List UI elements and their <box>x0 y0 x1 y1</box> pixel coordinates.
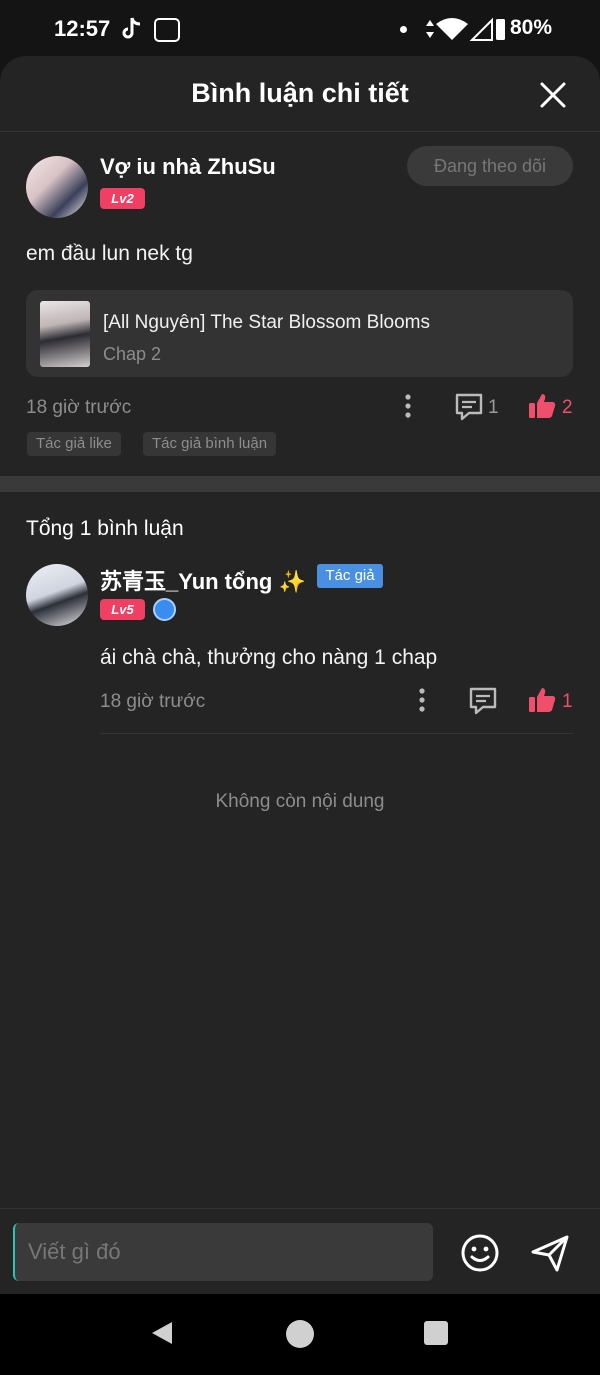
comment-composer <box>0 1208 600 1294</box>
reply-like-count: 1 <box>562 691 573 712</box>
no-more-content-label: Không còn nội dung <box>215 791 385 812</box>
app-notification-icon <box>154 18 180 42</box>
like-count: 2 <box>562 397 573 418</box>
comment-time: 18 giờ trước <box>26 397 132 418</box>
section-divider <box>0 476 600 492</box>
system-nav-bar <box>0 1294 600 1375</box>
send-icon[interactable] <box>530 1233 570 1273</box>
home-icon[interactable] <box>286 1320 314 1348</box>
chip-author-liked: Tác giả like <box>27 432 121 456</box>
more-options-icon[interactable] <box>399 393 417 419</box>
comment-input[interactable] <box>13 1223 433 1281</box>
level-badge: Lv2 <box>100 188 145 209</box>
chip-author-commented: Tác giả bình luận <box>143 432 277 456</box>
reply-text: ái chà chà, thưởng cho nàng 1 chap <box>100 646 438 669</box>
reply-time: 18 giờ trước <box>100 691 206 712</box>
comment-username[interactable]: Vợ iu nhà ZhuSu <box>100 154 276 180</box>
reply-like-icon[interactable] <box>527 685 557 715</box>
back-icon[interactable] <box>148 1319 176 1347</box>
close-icon[interactable] <box>538 80 568 110</box>
story-card[interactable]: [All Nguyên] The Star Blossom Blooms Cha… <box>26 290 573 377</box>
author-badge: Tác giả <box>317 564 383 588</box>
recent-apps-icon[interactable] <box>424 1321 448 1345</box>
reply-username: 苏青玉_Yun tổng <box>100 569 273 594</box>
status-bar: 12:57 80% <box>0 0 600 58</box>
reply-avatar[interactable] <box>26 564 88 626</box>
reply-more-options-icon[interactable] <box>413 687 431 713</box>
emoji-icon[interactable] <box>460 1233 500 1273</box>
tiktok-icon <box>122 17 141 39</box>
story-title: [All Nguyên] The Star Blossom Blooms <box>103 312 431 333</box>
row-divider <box>100 733 573 734</box>
reply-comment-icon[interactable] <box>467 686 499 716</box>
following-button[interactable]: Đang theo dõi <box>407 146 573 186</box>
story-chapter: Chap 2 <box>103 344 162 364</box>
dot-icon <box>400 26 407 33</box>
battery-percent: 80% <box>510 16 553 39</box>
avatar[interactable] <box>26 156 88 218</box>
reply-count: 1 <box>488 397 499 418</box>
sparkle-icon: ✨ <box>278 569 306 594</box>
comment-text: em đầu lun nek tg <box>26 242 193 265</box>
reply-username-row[interactable]: 苏青玉_Yun tổng ✨ <box>100 564 306 596</box>
story-cover-image <box>40 301 90 367</box>
comment-detail-sheet: Bình luận chi tiết Vợ iu nhà ZhuSu Lv2 Đ… <box>0 56 600 1294</box>
total-comments-label: Tổng 1 bình luận <box>26 517 184 540</box>
sheet-header: Bình luận chi tiết <box>0 56 600 132</box>
vip-badge-icon <box>153 598 176 621</box>
reply-icon[interactable] <box>453 392 485 422</box>
page-title: Bình luận chi tiết <box>191 78 409 108</box>
reply-level-badge: Lv5 <box>100 599 145 620</box>
signal-icons <box>426 17 505 41</box>
like-icon[interactable] <box>527 391 557 421</box>
status-time: 12:57 <box>54 16 111 41</box>
